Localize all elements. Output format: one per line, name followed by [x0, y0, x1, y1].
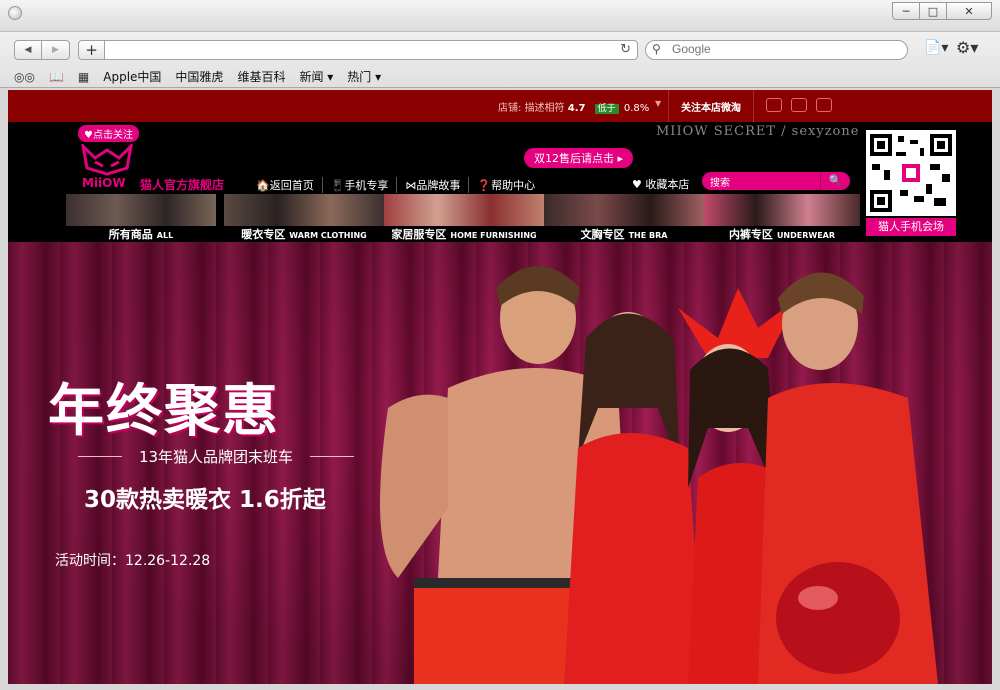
- back-button[interactable]: ◀: [14, 40, 42, 60]
- after-sale-promo-button[interactable]: 双12售后请点击 ▸: [524, 148, 634, 168]
- store-rating: 店铺: 描述相符 4.7 低于 0.8%: [498, 99, 649, 114]
- maximize-button[interactable]: □: [919, 2, 947, 20]
- top-sites-grid-icon[interactable]: ▦: [78, 70, 89, 84]
- store-nav: 🏠返回首页 📱手机专享 ⋈品牌故事 ❓帮助中心: [248, 177, 543, 193]
- search-input[interactable]: [672, 42, 892, 56]
- mobile-venue-label[interactable]: 猫人手机会场: [866, 218, 956, 236]
- category-label: 暖衣专区 WARM CLOTHING: [241, 228, 367, 241]
- reading-list-icon[interactable]: ◎◎: [14, 70, 35, 84]
- reload-icon[interactable]: ↻: [620, 42, 631, 57]
- title-bar: ─ □ ✕: [0, 0, 1000, 32]
- window-controls: ─ □ ✕: [892, 2, 992, 20]
- search-icon: ⚲: [652, 42, 661, 56]
- rating-score: 4.7: [567, 103, 586, 114]
- store-search-input[interactable]: 搜索: [702, 172, 822, 190]
- address-bar[interactable]: ↻: [104, 40, 638, 60]
- category-bra[interactable]: 文胸专区 THE BRA: [544, 194, 704, 242]
- store-header: ♥点击关注 MiiOW 猫人官方旗舰店 双12售后请点击 ▸ MIIOW SEC…: [8, 122, 992, 194]
- hero-banner[interactable]: 年终聚惠 13年猫人品牌团末班车 30款热卖暖衣 1.6折起 活动时间：12.2…: [8, 242, 992, 684]
- favorite-store-link[interactable]: ♥ 收藏本店: [632, 176, 689, 192]
- nav-home[interactable]: 🏠返回首页: [248, 177, 323, 193]
- category-home-furnishing[interactable]: 家居服专区 HOME FURNISHING: [384, 194, 544, 242]
- category-label: 家居服专区 HOME FURNISHING: [391, 228, 537, 241]
- bookmark-popular-menu[interactable]: 热门 ▾: [347, 68, 381, 85]
- bookmark-yahoo-china[interactable]: 中国雅虎: [175, 68, 223, 85]
- browser-app-icon: [8, 6, 22, 20]
- search-box[interactable]: ⚲: [645, 40, 908, 60]
- category-label: 所有商品 ALL: [108, 228, 174, 241]
- hero-event-time: 活动时间：12.26-12.28: [55, 553, 211, 569]
- category-image: [224, 194, 384, 226]
- category-underwear[interactable]: 内裤专区 UNDERWEAR: [704, 194, 860, 242]
- qr-code-icon: [870, 134, 952, 212]
- category-label: 文胸专区 THE BRA: [580, 228, 668, 241]
- settings-gear-icon[interactable]: ⚙▾: [956, 38, 978, 57]
- bookmarks-book-icon[interactable]: 📖: [49, 70, 64, 84]
- store-search-button[interactable]: 🔍: [820, 172, 850, 190]
- qr-code: [866, 130, 956, 216]
- nav-brand-story[interactable]: ⋈品牌故事: [397, 177, 470, 193]
- rating-label: 店铺:: [498, 103, 522, 114]
- store-name[interactable]: 猫人官方旗舰店: [140, 176, 224, 193]
- weibo-share-icon[interactable]: [766, 98, 782, 112]
- logo-wordmark: MiiOW: [82, 176, 126, 190]
- edit-share-icon[interactable]: [791, 98, 807, 112]
- hero-headline: 年终聚惠: [48, 379, 280, 444]
- brand-tagline: MIIOW SECRET / sexyzone: [656, 124, 860, 139]
- nav-buttons: ◀ ▶: [14, 40, 70, 60]
- hero-offer: 30款热卖暖衣 1.6折起: [84, 487, 326, 513]
- rating-low-badge: 低于: [594, 104, 619, 114]
- share-icons: [766, 98, 841, 112]
- follow-weitao-link[interactable]: 关注本店微淘: [668, 90, 754, 122]
- nav-help[interactable]: ❓帮助中心: [469, 177, 543, 193]
- category-image: [544, 194, 704, 226]
- close-button[interactable]: ✕: [946, 2, 992, 20]
- web-page: 店铺: 描述相符 4.7 低于 0.8% ▼ 关注本店微淘 ♥点击关注 MiiO…: [8, 90, 992, 684]
- shield-share-icon[interactable]: [816, 98, 832, 112]
- store-top-bar: 店铺: 描述相符 4.7 低于 0.8% ▼ 关注本店微淘: [8, 90, 992, 122]
- forward-button[interactable]: ▶: [42, 40, 70, 60]
- bookmark-wikipedia[interactable]: 维基百科: [237, 68, 285, 85]
- follow-store-button[interactable]: ♥点击关注: [78, 125, 139, 142]
- page-menu-icon[interactable]: 📄▾: [924, 40, 948, 56]
- rating-pct: 0.8%: [623, 103, 650, 114]
- browser-toolbar: ◀ ▶ + ↻ ⚲ 📄▾ ⚙▾ ◎◎ 📖 ▦ Apple中国 中国雅虎 维基百科…: [0, 32, 1000, 88]
- category-strip: 所有商品 ALL 暖衣专区 WARM CLOTHING 家居服专区 HOME FURN…: [8, 194, 860, 242]
- category-all[interactable]: 所有商品 ALL: [66, 194, 216, 242]
- models-photo: [380, 266, 938, 684]
- rating-desc: 描述相符: [524, 103, 565, 114]
- category-label: 内裤专区 UNDERWEAR: [728, 228, 836, 241]
- category-image: [66, 194, 216, 226]
- rating-dropdown-icon[interactable]: ▼: [655, 99, 661, 108]
- bookmark-apple-china[interactable]: Apple中国: [103, 68, 161, 85]
- cat-logo-icon[interactable]: [81, 144, 133, 176]
- category-image: [704, 194, 860, 226]
- add-bookmark-button[interactable]: +: [78, 40, 104, 60]
- bookmarks-bar: ◎◎ 📖 ▦ Apple中国 中国雅虎 维基百科 新闻 ▾ 热门 ▾: [14, 68, 395, 85]
- bookmark-news-menu[interactable]: 新闻 ▾: [299, 68, 333, 85]
- minimize-button[interactable]: ─: [892, 2, 920, 20]
- category-image: [384, 194, 544, 226]
- category-warm-clothing[interactable]: 暖衣专区 WARM CLOTHING: [224, 194, 384, 242]
- nav-mobile[interactable]: 📱手机专享: [323, 177, 398, 193]
- hero-subhead: 13年猫人品牌团末班车: [78, 446, 354, 467]
